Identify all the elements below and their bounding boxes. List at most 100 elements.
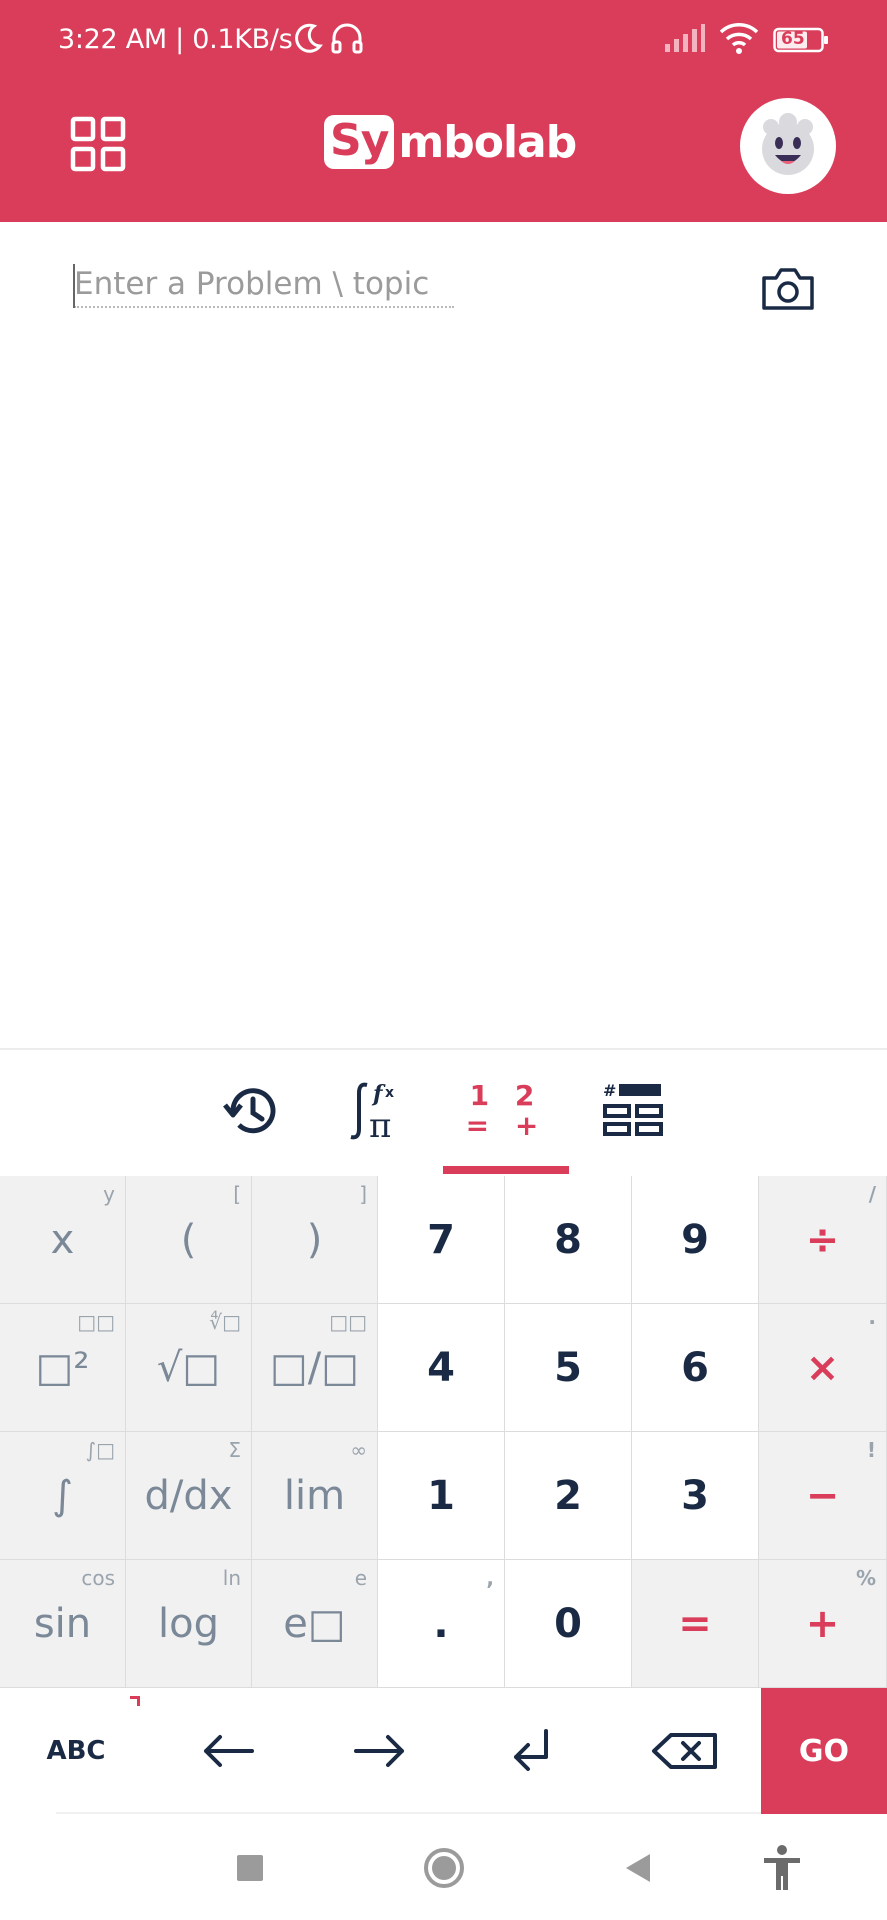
key-0[interactable]: 0 xyxy=(505,1560,632,1688)
key-square[interactable]: □² □□ xyxy=(0,1304,126,1432)
key-multiply[interactable]: × · xyxy=(759,1304,887,1432)
key-main: . xyxy=(433,1600,449,1647)
key-sub: % xyxy=(855,1566,876,1590)
svg-text:#: # xyxy=(603,1081,616,1100)
key-equals[interactable]: = xyxy=(632,1560,759,1688)
problem-area xyxy=(0,222,887,1052)
key-main: ÷ xyxy=(805,1216,840,1263)
arrow-right-icon xyxy=(354,1735,404,1767)
go-label: GO xyxy=(798,1733,850,1769)
key-main: d/dx xyxy=(144,1472,233,1519)
key-limit[interactable]: lim ∞ xyxy=(252,1432,378,1560)
backspace-button[interactable] xyxy=(608,1688,761,1814)
tab-numbers[interactable]: 1 2 = + xyxy=(443,1072,569,1150)
grid-icon xyxy=(70,116,126,172)
battery-level: 65 xyxy=(781,29,805,49)
key-main: ∫ xyxy=(52,1472,73,1519)
key-4[interactable]: 4 xyxy=(378,1304,505,1432)
key-main: − xyxy=(805,1472,840,1519)
key-sub: Σ xyxy=(228,1438,241,1462)
key-sub: y xyxy=(103,1182,115,1206)
key-8[interactable]: 8 xyxy=(505,1176,632,1304)
key-close-paren[interactable]: ) ] xyxy=(252,1176,378,1304)
key-exp[interactable]: e□ e xyxy=(252,1560,378,1688)
headphones-icon xyxy=(330,22,364,58)
key-sub: / xyxy=(868,1182,876,1206)
key-sub: [ xyxy=(233,1182,241,1206)
key-9[interactable]: 9 xyxy=(632,1176,759,1304)
signal-icon xyxy=(663,24,705,56)
accessibility-button[interactable] xyxy=(754,1840,810,1896)
key-sub: ln xyxy=(222,1566,241,1590)
key-main: 7 xyxy=(427,1216,455,1263)
key-sub: ! xyxy=(866,1438,876,1462)
key-sin[interactable]: sin cos xyxy=(0,1560,126,1688)
arrow-left-icon xyxy=(204,1735,254,1767)
key-7[interactable]: 7 xyxy=(378,1176,505,1304)
key-main: 5 xyxy=(554,1344,582,1391)
key-open-paren[interactable]: ( [ xyxy=(126,1176,252,1304)
backspace-icon xyxy=(651,1733,717,1769)
tab-numbers-top: 1 2 xyxy=(469,1079,543,1112)
tab-functions[interactable]: f x π xyxy=(314,1072,440,1150)
abc-button[interactable]: ABC xyxy=(0,1688,152,1814)
tab-history[interactable] xyxy=(188,1072,314,1150)
key-1[interactable]: 1 xyxy=(378,1432,505,1560)
history-icon xyxy=(223,1088,276,1134)
key-main: 9 xyxy=(681,1216,709,1263)
key-main: □/□ xyxy=(269,1344,360,1391)
battery-icon: 65 xyxy=(773,26,829,54)
key-divide[interactable]: ÷ / xyxy=(759,1176,887,1304)
key-derivative[interactable]: d/dx Σ xyxy=(126,1432,252,1560)
key-main: = xyxy=(678,1600,712,1647)
key-x[interactable]: x y xyxy=(0,1176,126,1304)
system-nav-bar xyxy=(0,1814,887,1920)
cursor-left-button[interactable] xyxy=(152,1688,304,1814)
home-button[interactable] xyxy=(416,1840,472,1896)
enter-button[interactable] xyxy=(456,1688,608,1814)
cursor-right-button[interactable] xyxy=(304,1688,456,1814)
tab-numbers-bottom: = + xyxy=(465,1109,547,1142)
camera-button[interactable] xyxy=(760,264,816,312)
key-sub: , xyxy=(486,1566,494,1590)
avatar-button[interactable] xyxy=(740,98,836,194)
key-sub: · xyxy=(868,1310,876,1334)
key-sub: e xyxy=(354,1566,367,1590)
recents-button[interactable] xyxy=(222,1840,278,1896)
key-2[interactable]: 2 xyxy=(505,1432,632,1560)
key-main: □² xyxy=(35,1344,90,1391)
key-sub: ] xyxy=(359,1182,367,1206)
key-fraction[interactable]: □/□ □□ xyxy=(252,1304,378,1432)
key-minus[interactable]: − ! xyxy=(759,1432,887,1560)
back-button[interactable] xyxy=(610,1840,666,1896)
tab-templates[interactable]: # xyxy=(570,1072,696,1150)
abc-label: ABC xyxy=(46,1736,106,1766)
key-main: ( xyxy=(180,1216,197,1263)
key-plus[interactable]: + % xyxy=(759,1560,887,1688)
key-main: 8 xyxy=(554,1216,582,1263)
key-sub: □□ xyxy=(329,1310,367,1334)
key-5[interactable]: 5 xyxy=(505,1304,632,1432)
avatar-icon xyxy=(762,113,814,175)
accessibility-icon xyxy=(764,1845,800,1890)
abc-corner-mark xyxy=(130,1696,140,1706)
key-sub: cos xyxy=(81,1566,115,1590)
logo-box: Sy xyxy=(324,115,395,169)
key-log[interactable]: log ln xyxy=(126,1560,252,1688)
key-main: 1 xyxy=(427,1472,455,1519)
key-sqrt[interactable]: √□ ∜□ xyxy=(126,1304,252,1432)
key-6[interactable]: 6 xyxy=(632,1304,759,1432)
circle-home-icon xyxy=(424,1848,464,1888)
moon-icon xyxy=(294,22,324,58)
key-3[interactable]: 3 xyxy=(632,1432,759,1560)
key-main: × xyxy=(805,1344,840,1391)
problem-input[interactable] xyxy=(74,262,454,308)
keyboard-tabs: f x π 1 2 = + # xyxy=(0,1050,887,1176)
go-button[interactable]: GO xyxy=(761,1688,887,1814)
key-integral[interactable]: ∫ ∫□ xyxy=(0,1432,126,1560)
key-main: √□ xyxy=(156,1344,221,1391)
text-caret xyxy=(73,264,75,308)
menu-grid-button[interactable] xyxy=(70,116,126,172)
logo-text: mbolab xyxy=(398,116,577,168)
key-decimal[interactable]: . , xyxy=(378,1560,505,1688)
